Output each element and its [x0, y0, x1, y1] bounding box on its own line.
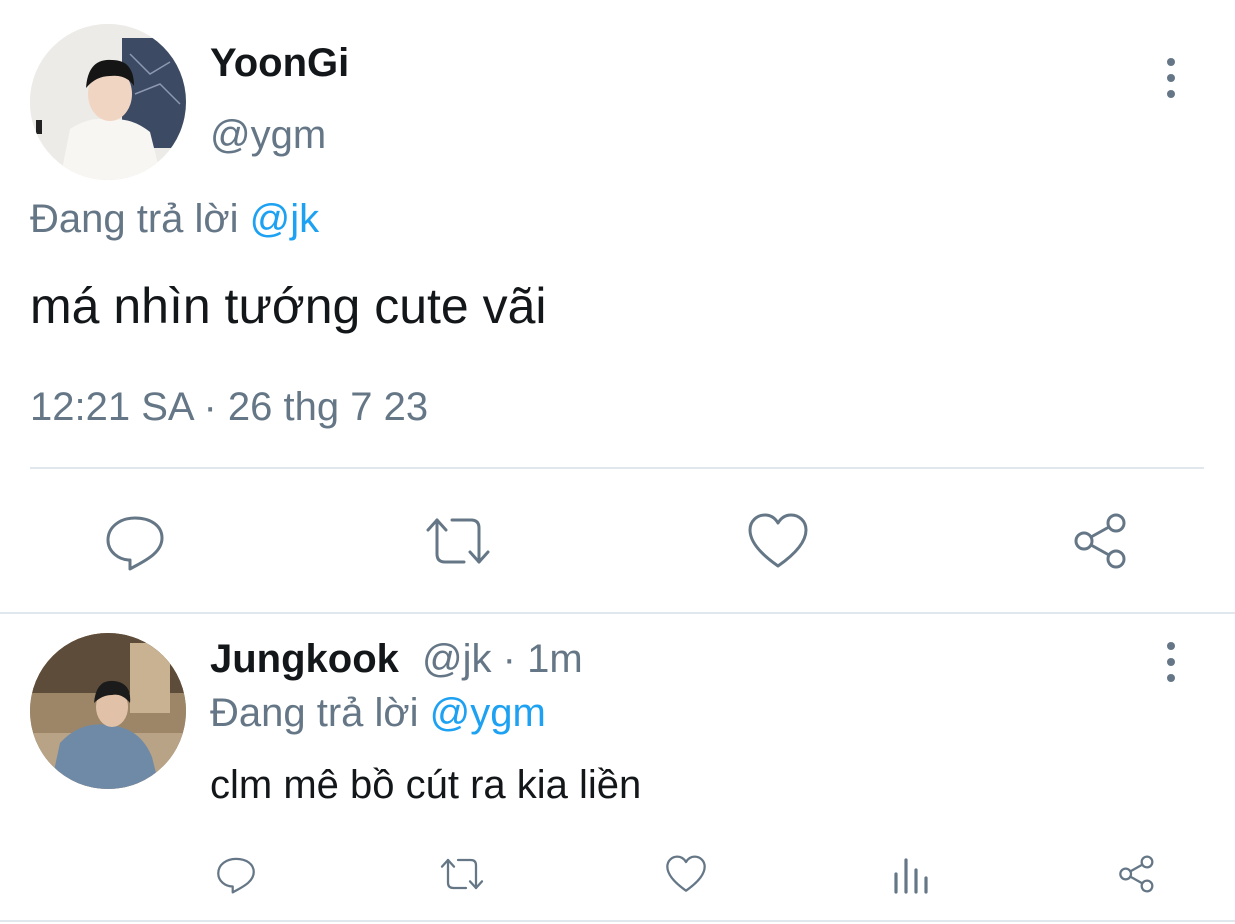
retweet-button[interactable]: [420, 508, 496, 574]
like-icon: [748, 513, 808, 568]
dot-icon: [1167, 658, 1175, 666]
more-options-button[interactable]: [1163, 58, 1179, 98]
retweet-icon: [440, 858, 484, 890]
reply-analytics-button[interactable]: [890, 852, 934, 896]
reply-like-button[interactable]: [664, 852, 708, 896]
reply-icon: [106, 516, 164, 571]
reply-button[interactable]: [100, 508, 170, 574]
tweet-text: má nhìn tướng cute vãi: [30, 278, 547, 334]
reply-more-options-button[interactable]: [1163, 642, 1179, 682]
reply-prefix: Đang trả lời: [210, 691, 419, 735]
author-display-name[interactable]: YoonGi: [210, 40, 349, 86]
bottom-divider: [0, 920, 1235, 922]
dot-icon: [1167, 674, 1175, 682]
reply-share-button[interactable]: [1114, 852, 1160, 896]
reply-mention-link[interactable]: @jk: [250, 197, 320, 241]
dot-icon: [1167, 90, 1175, 98]
reply-context: Đang trả lời @jk: [30, 196, 319, 242]
share-icon: [1119, 855, 1154, 893]
dot-icon: [1167, 58, 1175, 66]
reply-retweet-button[interactable]: [436, 852, 488, 896]
like-button[interactable]: [745, 508, 811, 574]
reply-context: Đang trả lời @ygm: [210, 690, 546, 736]
avatar-yoongi[interactable]: [30, 24, 186, 180]
reply-reply-button[interactable]: [213, 852, 259, 896]
dot-icon: [1167, 642, 1175, 650]
avatar-jungkook[interactable]: [30, 633, 186, 789]
like-icon: [666, 855, 706, 892]
analytics-icon: [894, 858, 928, 894]
reply-author-handle-time[interactable]: @jk · 1m: [422, 637, 583, 681]
divider: [30, 467, 1204, 469]
reply-header: Jungkook @jk · 1m: [210, 636, 583, 682]
reply-mention-link[interactable]: @ygm: [430, 691, 546, 735]
share-icon: [1074, 513, 1126, 569]
dot-icon: [1167, 74, 1175, 82]
retweet-icon: [426, 518, 490, 564]
share-button[interactable]: [1068, 508, 1134, 574]
reply-tweet-text: clm mê bồ cút ra kia liền: [210, 763, 642, 807]
author-handle[interactable]: @ygm: [210, 112, 326, 158]
tweet-timestamp[interactable]: 12:21 SA · 26 thg 7 23: [30, 384, 428, 430]
section-divider: [0, 612, 1235, 614]
reply-icon: [217, 857, 255, 894]
reply-author-display-name[interactable]: Jungkook: [210, 637, 399, 681]
reply-prefix: Đang trả lời: [30, 197, 239, 241]
